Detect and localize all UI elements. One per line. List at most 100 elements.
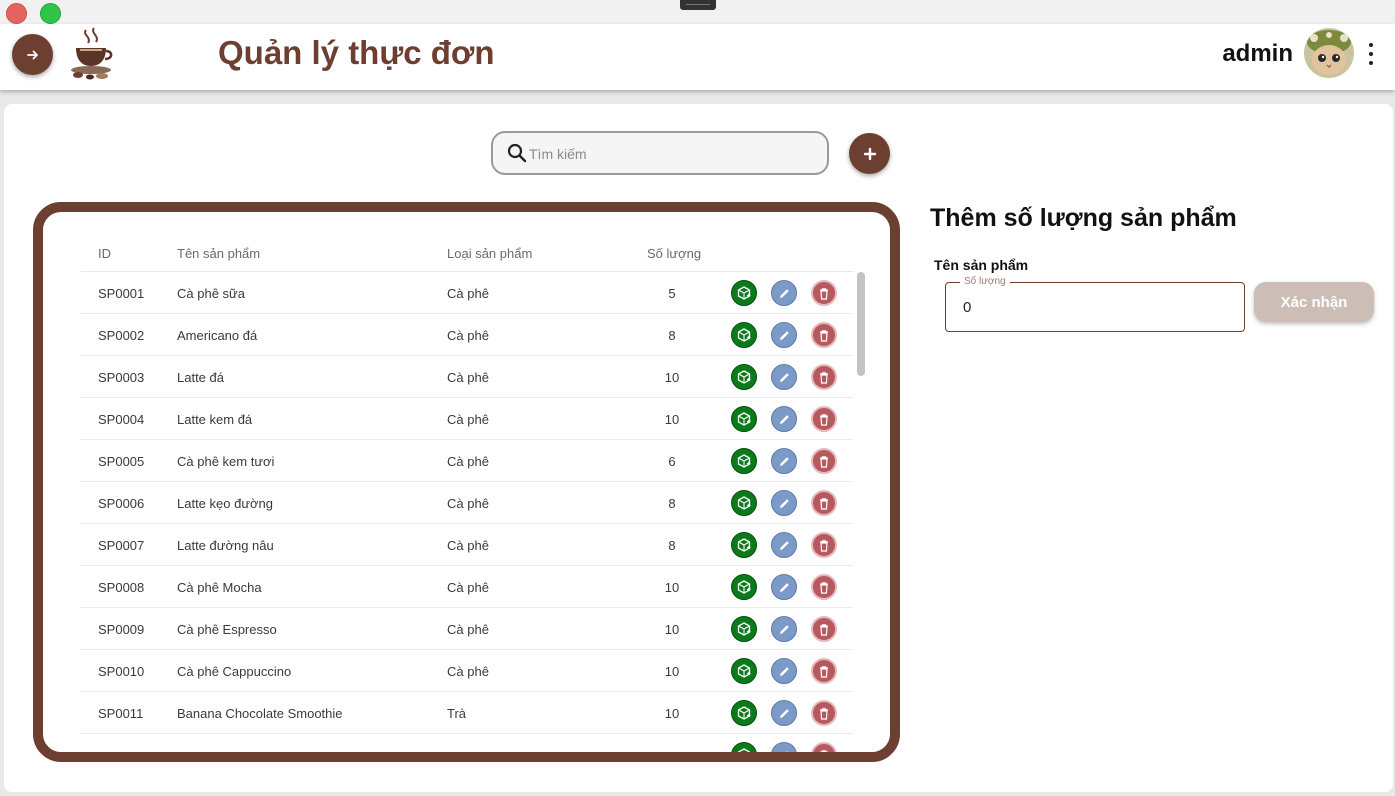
delete-button[interactable]: [811, 448, 837, 474]
cell-type: Cà phê: [447, 328, 489, 343]
delete-button[interactable]: [811, 700, 837, 726]
cell-type: Cà phê: [447, 580, 489, 595]
box-add-icon: [737, 622, 751, 636]
trash-icon: [820, 665, 828, 678]
page-title: Quản lý thực đơn: [218, 34, 495, 71]
delete-button[interactable]: [811, 532, 837, 558]
column-header-id[interactable]: ID: [98, 246, 111, 261]
add-stock-button[interactable]: [731, 448, 757, 474]
trash-icon: [820, 749, 828, 752]
edit-button[interactable]: [771, 448, 797, 474]
column-header-type[interactable]: Loại sản phẩm: [447, 246, 532, 261]
add-stock-button[interactable]: [731, 532, 757, 558]
add-product-button[interactable]: [849, 133, 890, 174]
table-row[interactable]: SP0004 Latte kem đá Cà phê 10: [81, 398, 853, 440]
delete-button[interactable]: [811, 574, 837, 600]
edit-button[interactable]: [771, 280, 797, 306]
search-input[interactable]: [529, 143, 809, 165]
box-add-icon: [737, 664, 751, 678]
table-scrollbar[interactable]: [857, 272, 865, 752]
delete-button[interactable]: [811, 322, 837, 348]
table-row[interactable]: SP0009 Cà phê Espresso Cà phê 10: [81, 608, 853, 650]
window-maximize-button[interactable]: [40, 3, 61, 24]
coffee-cup-logo: [66, 26, 118, 82]
window-drag-handle[interactable]: [680, 0, 716, 10]
trash-icon: [820, 497, 828, 510]
cell-id: SP0007: [98, 538, 145, 553]
cell-id: SP0003: [98, 370, 145, 385]
table-row[interactable]: SP0011 Banana Chocolate Smoothie Trà 10: [81, 692, 853, 734]
cell-type: Cà phê: [447, 622, 489, 637]
table-row[interactable]: SP0002 Americano đá Cà phê 8: [81, 314, 853, 356]
cell-id: SP0010: [98, 664, 145, 679]
table-row[interactable]: SP0007 Latte đường nâu Cà phê 8: [81, 524, 853, 566]
pencil-icon: [779, 582, 789, 592]
add-stock-button[interactable]: [731, 742, 757, 752]
box-add-icon: [737, 412, 751, 426]
trash-icon: [820, 455, 828, 468]
edit-button[interactable]: [771, 490, 797, 516]
edit-button[interactable]: [771, 406, 797, 432]
box-add-icon: [737, 538, 751, 552]
cell-name: Cà phê kem tươi: [177, 454, 275, 469]
cell-name: Americano đá: [177, 328, 258, 343]
cell-type: Cà phê: [447, 496, 489, 511]
delete-button[interactable]: [811, 490, 837, 516]
table-row[interactable]: SP0001 Cà phê sữa Cà phê 5: [81, 272, 853, 314]
add-stock-button[interactable]: [731, 406, 757, 432]
cell-name: Cà phê Cappuccino: [177, 664, 292, 679]
pencil-icon: [779, 330, 789, 340]
table-row[interactable]: SP0008 Cà phê Mocha Cà phê 10: [81, 566, 853, 608]
column-header-name[interactable]: Tên sản phẩm: [177, 246, 260, 261]
table-row[interactable]: SP0010 Cà phê Cappuccino Cà phê 10: [81, 650, 853, 692]
window-close-button[interactable]: [6, 3, 27, 24]
table-row[interactable]: SP0005 Cà phê kem tươi Cà phê 6: [81, 440, 853, 482]
edit-button[interactable]: [771, 742, 797, 752]
quantity-input[interactable]: 0: [963, 299, 971, 316]
add-stock-button[interactable]: [731, 490, 757, 516]
cell-type: Cà phê: [447, 454, 489, 469]
more-menu-button[interactable]: [1364, 43, 1378, 65]
add-stock-button[interactable]: [731, 658, 757, 684]
scrollbar-thumb[interactable]: [857, 272, 865, 376]
box-add-icon: [737, 328, 751, 342]
edit-button[interactable]: [771, 364, 797, 390]
add-stock-button[interactable]: [731, 616, 757, 642]
edit-button[interactable]: [771, 616, 797, 642]
quantity-field[interactable]: Số lượng 0: [945, 276, 1245, 332]
confirm-button[interactable]: Xác nhận: [1254, 282, 1374, 322]
delete-button[interactable]: [811, 406, 837, 432]
edit-button[interactable]: [771, 700, 797, 726]
main-content: ID Tên sản phẩm Loại sản phẩm Số lượng S…: [4, 104, 1393, 792]
column-header-quantity[interactable]: Số lượng: [647, 246, 701, 261]
trash-icon: [820, 623, 828, 636]
cell-quantity: 10: [664, 622, 680, 637]
cell-quantity: 10: [664, 370, 680, 385]
avatar[interactable]: [1304, 28, 1354, 78]
add-stock-button[interactable]: [731, 364, 757, 390]
box-add-icon: [737, 580, 751, 594]
delete-button[interactable]: [811, 364, 837, 390]
table-row[interactable]: SP0006 Latte kẹo đường Cà phê 8: [81, 482, 853, 524]
delete-button[interactable]: [811, 280, 837, 306]
add-stock-button[interactable]: [731, 700, 757, 726]
delete-button[interactable]: [811, 742, 837, 752]
box-add-icon: [737, 706, 751, 720]
back-button[interactable]: [12, 34, 53, 75]
table-row[interactable]: [81, 734, 853, 752]
cell-id: SP0002: [98, 328, 145, 343]
add-stock-button[interactable]: [731, 574, 757, 600]
add-stock-button[interactable]: [731, 322, 757, 348]
edit-button[interactable]: [771, 658, 797, 684]
delete-button[interactable]: [811, 616, 837, 642]
add-stock-button[interactable]: [731, 280, 757, 306]
product-table: ID Tên sản phẩm Loại sản phẩm Số lượng S…: [33, 202, 900, 762]
edit-button[interactable]: [771, 574, 797, 600]
edit-button[interactable]: [771, 532, 797, 558]
table-row[interactable]: SP0003 Latte đá Cà phê 10: [81, 356, 853, 398]
pencil-icon: [779, 708, 789, 718]
delete-button[interactable]: [811, 658, 837, 684]
cell-id: SP0001: [98, 286, 145, 301]
search-box[interactable]: [491, 131, 829, 175]
edit-button[interactable]: [771, 322, 797, 348]
